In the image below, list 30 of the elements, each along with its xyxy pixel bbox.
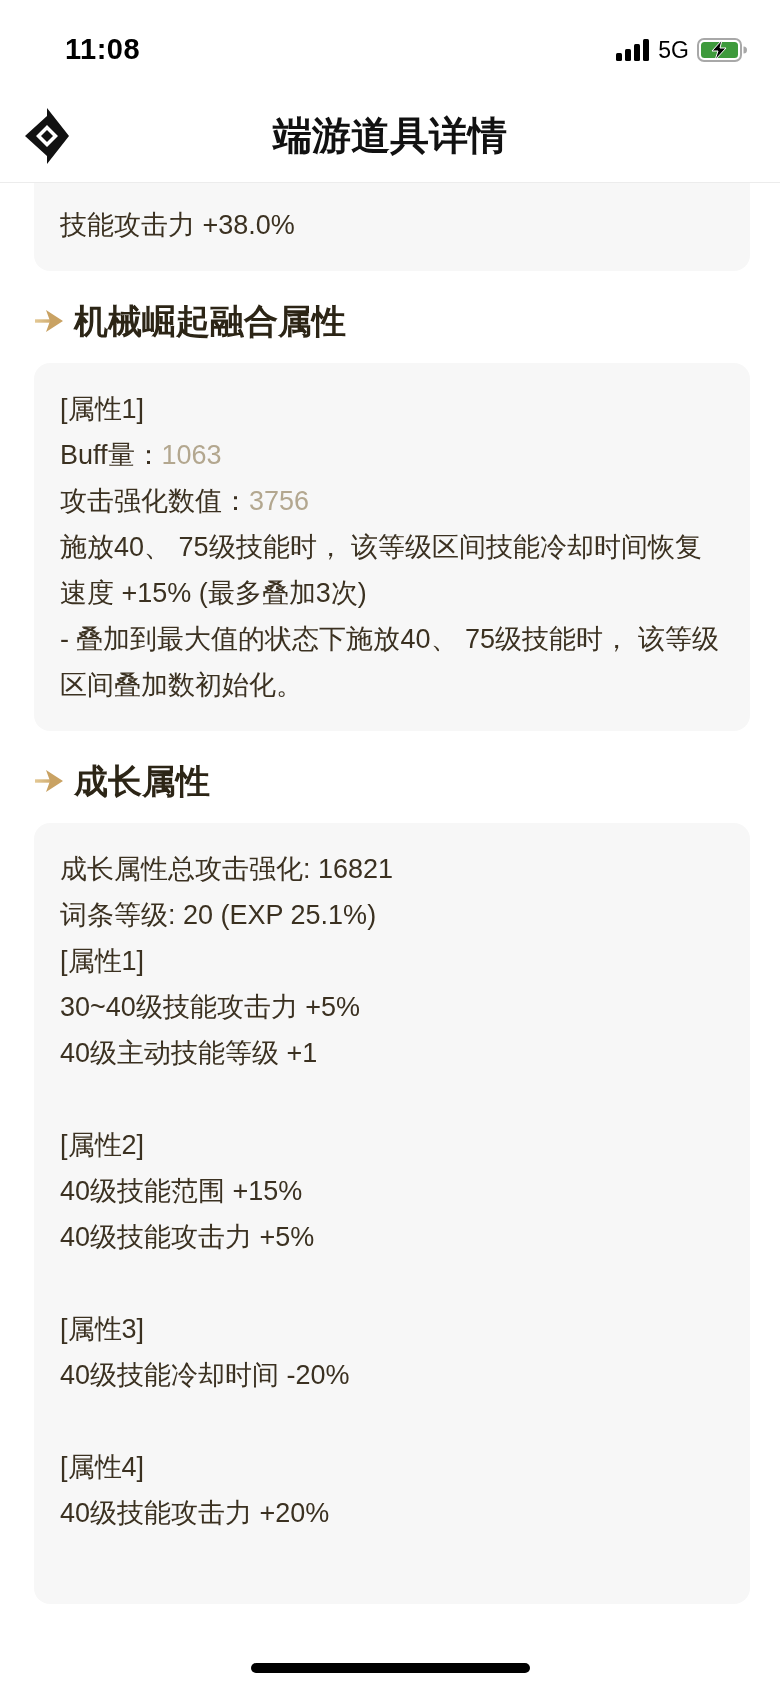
attribute-text: - 叠加到最大值的状态下施放40、 75级技能时， 该等级区间叠加数初始化。 — [60, 623, 720, 702]
stat-label: 攻击强化数值： — [60, 486, 249, 516]
attribute-text: 成长属性总攻击强化: 16821 — [60, 853, 395, 886]
section-heading: 成长属性 — [74, 761, 210, 802]
attribute-text: 40级技能范围 +15% — [60, 1175, 304, 1208]
stat-label: Buff量： — [60, 440, 162, 470]
attribute-text: 40级主动技能等级 +1 — [60, 1037, 319, 1070]
network-label: 5G — [658, 35, 689, 65]
stat-value: 3756 — [249, 486, 310, 516]
attribute-text: 词条等级: 20 (EXP 25.1%) — [60, 899, 378, 932]
attribute-text: 40级技能冷却时间 -20% — [60, 1359, 351, 1392]
attribute-text: [属性1] — [60, 393, 146, 426]
arrow-icon — [35, 310, 63, 332]
attribute-text: 40级技能攻击力 +20% — [60, 1497, 331, 1530]
arrow-icon — [35, 770, 63, 792]
attribute-text: 施放40、 75级技能时， 该等级区间技能冷却时间恢复速度 +15% (最多叠加3次) — [60, 531, 704, 610]
page-title: 端游道具详情 — [273, 112, 507, 159]
diamond-logo-icon — [25, 108, 69, 164]
attribute-text: [属性4] — [60, 1451, 146, 1484]
section-heading: 机械崛起融合属性 — [74, 301, 346, 342]
attribute-text: [属性3] — [60, 1313, 146, 1346]
signal-icon — [616, 39, 651, 61]
attribute-text: [属性1] — [60, 945, 146, 978]
battery-charging-icon — [697, 38, 747, 62]
status-time: 11:08 — [65, 32, 141, 68]
stat-value: 1063 — [161, 440, 222, 470]
attribute-text: [属性2] — [60, 1129, 146, 1162]
attribute-text: 30~40级技能攻击力 +5% — [60, 991, 362, 1024]
attribute-text: 40级技能攻击力 +5% — [60, 1221, 316, 1254]
attribute-text: 技能攻击力 +38.0% — [60, 209, 296, 242]
